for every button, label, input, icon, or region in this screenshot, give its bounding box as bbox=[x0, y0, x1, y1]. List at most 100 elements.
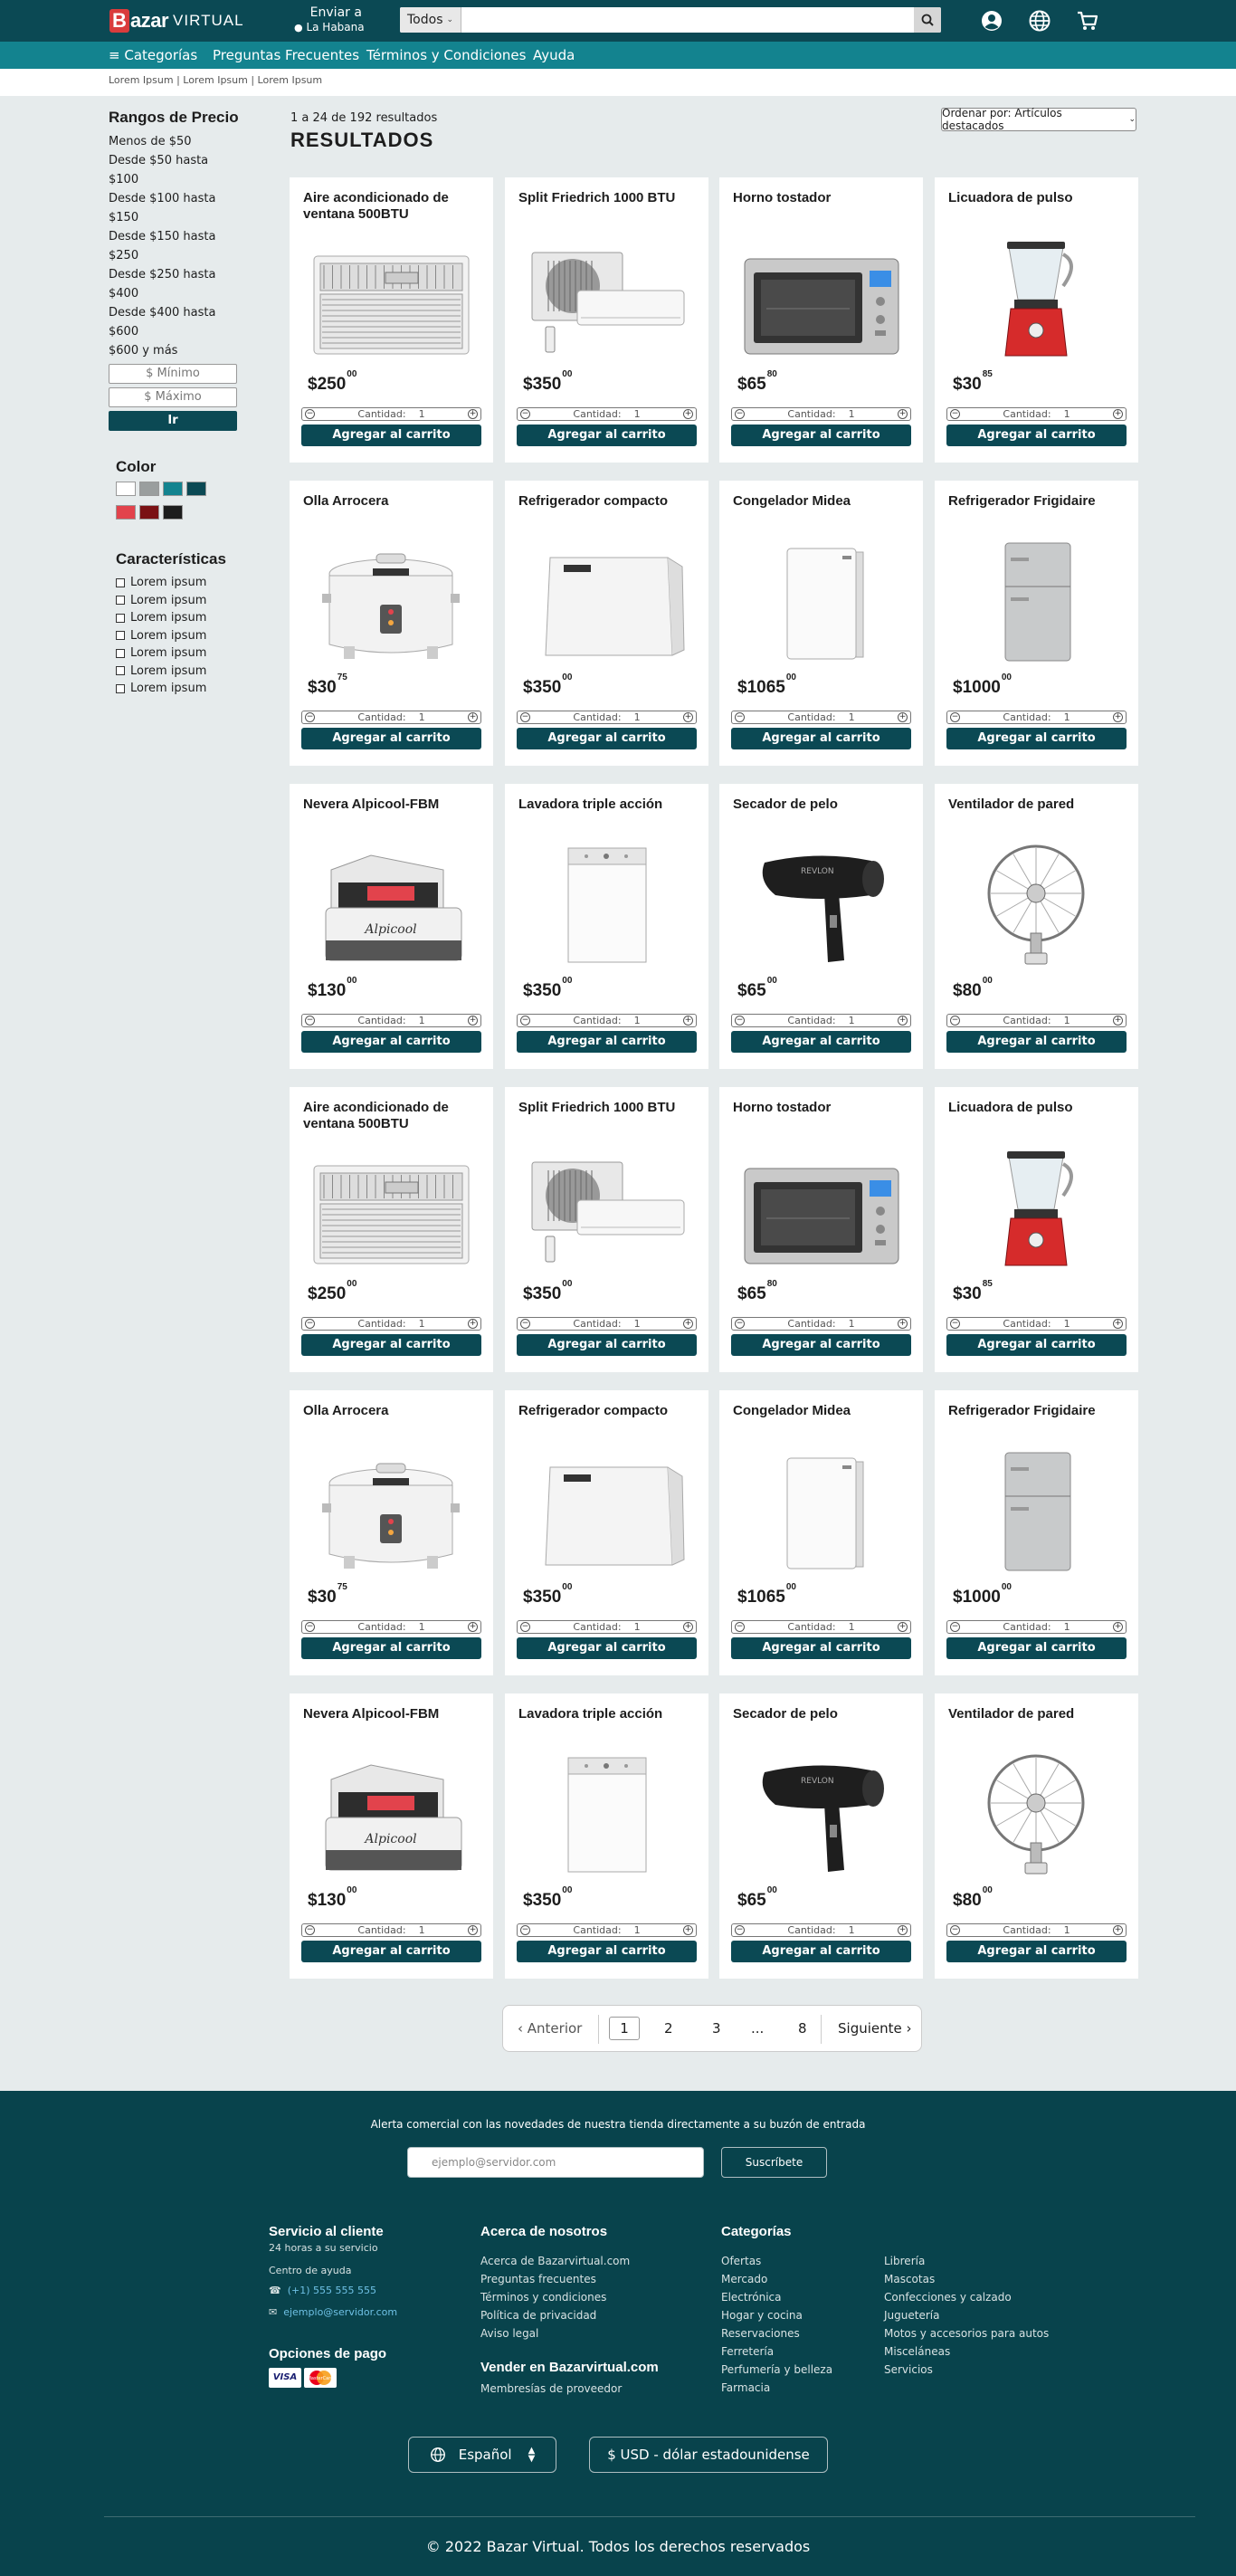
price-range-option[interactable]: Desde $250 hasta $400 bbox=[109, 265, 240, 303]
color-swatch[interactable] bbox=[116, 482, 136, 496]
product-card[interactable]: Nevera Alpicool-FBM Alpicool $13000 − Ca… bbox=[290, 784, 493, 1069]
minus-icon[interactable]: − bbox=[950, 1622, 960, 1632]
footer-link[interactable]: Juguetería bbox=[884, 2306, 1049, 2324]
help-center-link[interactable]: Centro de ayuda bbox=[269, 2265, 351, 2276]
ship-to-location[interactable]: Enviar a ● La Habana bbox=[294, 5, 365, 35]
product-card[interactable]: Aire acondicionado de ventana 500BTU $25… bbox=[290, 177, 493, 463]
blender-image[interactable] bbox=[953, 1146, 1120, 1273]
fridge-image[interactable] bbox=[953, 539, 1120, 666]
quantity-value[interactable]: 1 bbox=[849, 408, 855, 420]
add-to-cart-button[interactable]: Agregar al carrito bbox=[517, 1637, 697, 1659]
price-range-option[interactable]: Desde $100 hasta $150 bbox=[109, 189, 240, 227]
quantity-value[interactable]: 1 bbox=[849, 711, 855, 723]
product-name[interactable]: Lavadora triple acción bbox=[518, 797, 699, 813]
wall-fan-image[interactable] bbox=[953, 1752, 1120, 1879]
quantity-value[interactable]: 1 bbox=[849, 1621, 855, 1633]
product-name[interactable]: Horno tostador bbox=[733, 190, 914, 206]
add-to-cart-button[interactable]: Agregar al carrito bbox=[731, 1637, 911, 1659]
product-card[interactable]: Licuadora de pulso $3085 − Cantidad: 1 +… bbox=[935, 1087, 1138, 1372]
product-name[interactable]: Licuadora de pulso bbox=[948, 190, 1129, 206]
plus-icon[interactable]: + bbox=[468, 1925, 478, 1935]
quantity-value[interactable]: 1 bbox=[419, 1924, 425, 1936]
language-select[interactable]: Español ▲ ▼ bbox=[408, 2437, 556, 2473]
add-to-cart-button[interactable]: Agregar al carrito bbox=[731, 1941, 911, 1962]
plus-icon[interactable]: + bbox=[468, 409, 478, 419]
price-range-option[interactable]: Desde $50 hasta $100 bbox=[109, 151, 240, 189]
minus-icon[interactable]: − bbox=[305, 1319, 315, 1329]
search-category-select[interactable]: Todos ⌄ bbox=[400, 7, 461, 33]
cooler-image[interactable]: Alpicool bbox=[308, 1752, 475, 1879]
footer-link[interactable]: Preguntas frecuentes bbox=[480, 2270, 630, 2288]
footer-link[interactable]: Librería bbox=[884, 2252, 1049, 2270]
footer-link[interactable]: Ferretería bbox=[721, 2342, 832, 2361]
product-name[interactable]: Horno tostador bbox=[733, 1100, 914, 1116]
quantity-value[interactable]: 1 bbox=[849, 1318, 855, 1330]
footer-link[interactable]: Electrónica bbox=[721, 2288, 832, 2306]
minus-icon[interactable]: − bbox=[305, 409, 315, 419]
footer-link[interactable]: Acerca de Bazarvirtual.com bbox=[480, 2252, 630, 2270]
product-card[interactable]: Refrigerador compacto $35000 − Cantidad:… bbox=[505, 481, 708, 766]
plus-icon[interactable]: + bbox=[898, 712, 908, 722]
fridge-image[interactable] bbox=[953, 1449, 1120, 1576]
email-link[interactable]: ✉ ejemplo@servidor.com bbox=[269, 2306, 397, 2318]
page-8[interactable]: 8 bbox=[798, 2020, 807, 2037]
hair-dryer-image[interactable]: REVLON bbox=[737, 843, 905, 969]
color-swatch[interactable] bbox=[139, 482, 159, 496]
bazar-virtual-logo[interactable]: B azar VIRTUAL bbox=[109, 7, 244, 34]
add-to-cart-button[interactable]: Agregar al carrito bbox=[517, 1031, 697, 1053]
price-range-option[interactable]: Desde $400 hasta $600 bbox=[109, 303, 240, 341]
add-to-cart-button[interactable]: Agregar al carrito bbox=[301, 1941, 481, 1962]
product-card[interactable]: Lavadora triple acción $35000 − Cantidad… bbox=[505, 1693, 708, 1979]
page-1[interactable]: 1 bbox=[609, 2017, 640, 2040]
product-card[interactable]: Refrigerador Frigidaire $100000 − Cantid… bbox=[935, 1390, 1138, 1675]
minus-icon[interactable]: − bbox=[520, 409, 530, 419]
quantity-value[interactable]: 1 bbox=[1064, 711, 1070, 723]
minus-icon[interactable]: − bbox=[520, 712, 530, 722]
add-to-cart-button[interactable]: Agregar al carrito bbox=[731, 728, 911, 749]
quantity-value[interactable]: 1 bbox=[634, 1621, 641, 1633]
plus-icon[interactable]: + bbox=[1113, 1622, 1123, 1632]
color-swatch[interactable] bbox=[163, 482, 183, 496]
footer-link[interactable]: Ofertas bbox=[721, 2252, 832, 2270]
price-range-option[interactable]: Desde $150 hasta $250 bbox=[109, 227, 240, 265]
plus-icon[interactable]: + bbox=[683, 1016, 693, 1026]
add-to-cart-button[interactable]: Agregar al carrito bbox=[731, 1031, 911, 1053]
freezer-image[interactable] bbox=[737, 539, 905, 666]
feature-checkbox[interactable]: Lorem ipsum bbox=[116, 627, 240, 645]
price-go-button[interactable]: Ir bbox=[109, 411, 237, 431]
product-name[interactable]: Secador de pelo bbox=[733, 1706, 914, 1722]
add-to-cart-button[interactable]: Agregar al carrito bbox=[731, 1334, 911, 1356]
color-swatch[interactable] bbox=[116, 505, 136, 520]
minus-icon[interactable]: − bbox=[735, 1925, 745, 1935]
washer-image[interactable] bbox=[523, 1752, 690, 1879]
plus-icon[interactable]: + bbox=[898, 409, 908, 419]
color-swatch[interactable] bbox=[163, 505, 183, 520]
toaster-oven-image[interactable] bbox=[737, 236, 905, 363]
add-to-cart-button[interactable]: Agregar al carrito bbox=[301, 728, 481, 749]
footer-link[interactable]: Mascotas bbox=[884, 2270, 1049, 2288]
product-card[interactable]: Licuadora de pulso $3085 − Cantidad: 1 +… bbox=[935, 177, 1138, 463]
user-icon[interactable] bbox=[980, 9, 1003, 33]
add-to-cart-button[interactable]: Agregar al carrito bbox=[946, 1031, 1127, 1053]
add-to-cart-button[interactable]: Agregar al carrito bbox=[517, 1941, 697, 1962]
minus-icon[interactable]: − bbox=[735, 1319, 745, 1329]
minus-icon[interactable]: − bbox=[735, 1622, 745, 1632]
plus-icon[interactable]: + bbox=[898, 1319, 908, 1329]
footer-link[interactable]: Confecciones y calzado bbox=[884, 2288, 1049, 2306]
quantity-value[interactable]: 1 bbox=[419, 1015, 425, 1026]
window-ac-image[interactable] bbox=[308, 1146, 475, 1273]
minus-icon[interactable]: − bbox=[520, 1319, 530, 1329]
cart-icon[interactable] bbox=[1076, 9, 1099, 33]
blender-image[interactable] bbox=[953, 236, 1120, 363]
add-to-cart-button[interactable]: Agregar al carrito bbox=[731, 425, 911, 446]
quantity-value[interactable]: 1 bbox=[634, 1318, 641, 1330]
plus-icon[interactable]: + bbox=[683, 712, 693, 722]
color-swatch[interactable] bbox=[139, 505, 159, 520]
rice-cooker-image[interactable] bbox=[308, 539, 475, 666]
plus-icon[interactable]: + bbox=[468, 1622, 478, 1632]
product-name[interactable]: Refrigerador Frigidaire bbox=[948, 1403, 1129, 1419]
minus-icon[interactable]: − bbox=[735, 712, 745, 722]
add-to-cart-button[interactable]: Agregar al carrito bbox=[517, 425, 697, 446]
add-to-cart-button[interactable]: Agregar al carrito bbox=[946, 728, 1127, 749]
quantity-value[interactable]: 1 bbox=[419, 408, 425, 420]
